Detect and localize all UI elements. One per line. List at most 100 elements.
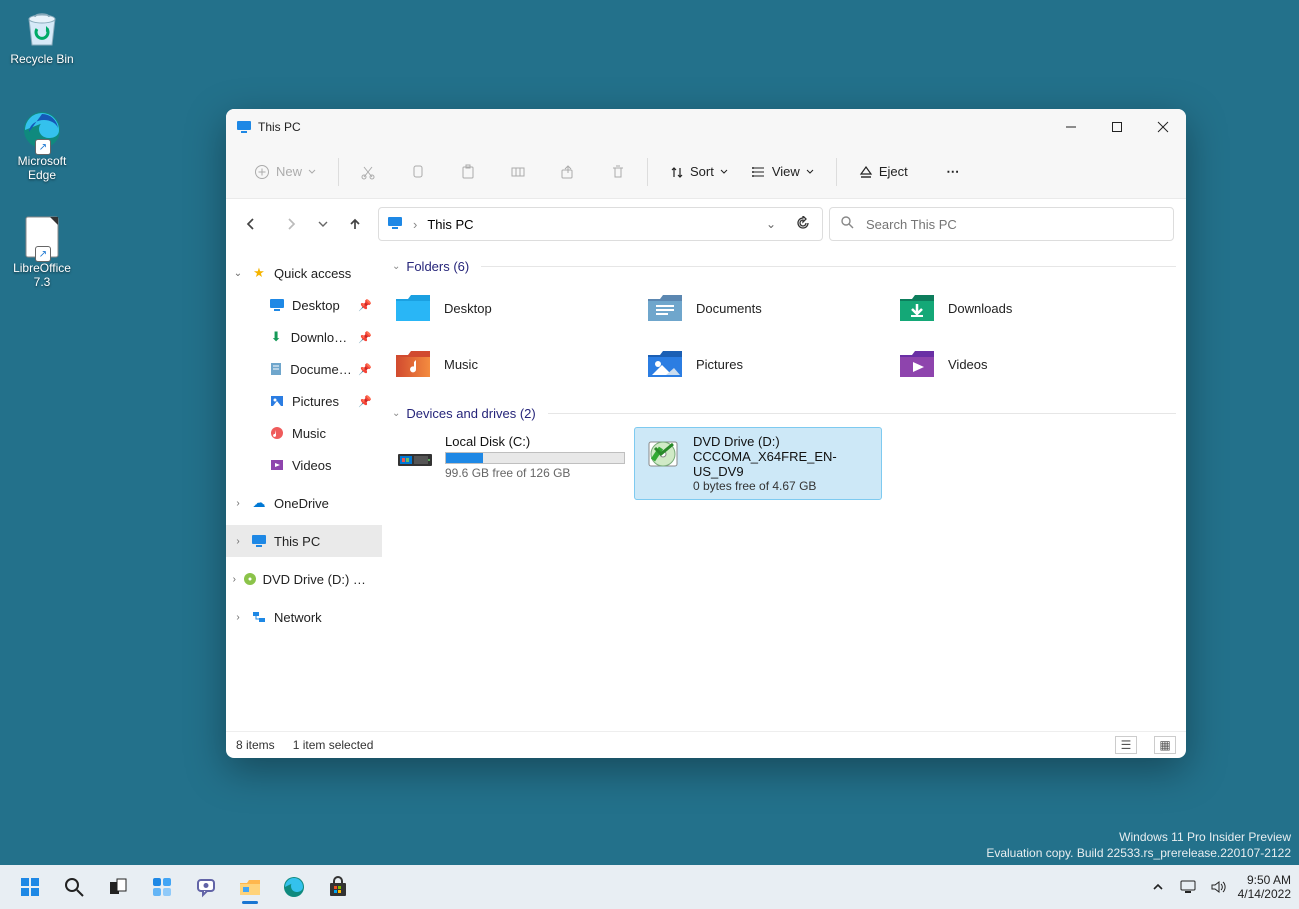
folders-group-header[interactable]: ⌄Folders (6) <box>386 259 1182 274</box>
nav-network[interactable]: ›Network <box>226 601 382 633</box>
large-icons-view-button[interactable]: ▦ <box>1154 736 1176 754</box>
documents-icon <box>267 360 284 378</box>
videos-folder-icon <box>898 345 936 383</box>
paste-button[interactable] <box>451 155 485 189</box>
network-icon <box>250 608 268 626</box>
copy-button[interactable] <box>401 155 435 189</box>
drives-group-header[interactable]: ⌄Devices and drives (2) <box>386 406 1182 421</box>
window-title: This PC <box>258 120 301 134</box>
edge-taskbar-button[interactable] <box>274 867 314 907</box>
nav-documents[interactable]: Documents📌 <box>226 353 382 385</box>
widgets-button[interactable] <box>142 867 182 907</box>
volume-tray-icon[interactable] <box>1208 877 1228 897</box>
edge-icon: ↗ <box>20 108 64 152</box>
up-button[interactable] <box>338 207 372 241</box>
dvd-icon <box>243 570 257 588</box>
new-button[interactable]: New <box>244 155 326 189</box>
sort-button[interactable]: Sort <box>660 155 738 189</box>
maximize-button[interactable] <box>1094 109 1140 145</box>
nav-music[interactable]: Music <box>226 417 382 449</box>
pin-icon: 📌 <box>358 299 372 312</box>
task-view-button[interactable] <box>98 867 138 907</box>
pin-icon: 📌 <box>358 395 372 408</box>
pictures-icon <box>268 392 286 410</box>
capacity-bar <box>445 452 625 464</box>
breadcrumb-location[interactable]: This PC <box>427 217 473 232</box>
search-input[interactable] <box>864 216 1163 233</box>
rename-button[interactable] <box>501 155 535 189</box>
this-pc-icon <box>387 216 403 233</box>
desktop-icon-edge[interactable]: ↗ Microsoft Edge <box>4 108 80 182</box>
folder-pictures[interactable]: Pictures <box>638 336 890 392</box>
desktop-icon-libreoffice[interactable]: ↗ LibreOffice 7.3 <box>4 215 80 289</box>
status-selection: 1 item selected <box>293 738 374 752</box>
titlebar[interactable]: This PC <box>226 109 1186 145</box>
tray-overflow-button[interactable] <box>1148 877 1168 897</box>
libreoffice-icon: ↗ <box>20 215 64 259</box>
dvd-drive-icon <box>643 434 683 474</box>
pictures-folder-icon <box>646 345 684 383</box>
desktop-icon-label: Recycle Bin <box>4 52 80 66</box>
minimize-button[interactable] <box>1048 109 1094 145</box>
file-explorer-taskbar-button[interactable] <box>230 867 270 907</box>
folder-music[interactable]: Music <box>386 336 638 392</box>
back-button[interactable] <box>234 207 268 241</box>
recycle-bin-icon <box>20 6 64 50</box>
store-taskbar-button[interactable] <box>318 867 358 907</box>
folder-desktop[interactable]: Desktop <box>386 280 638 336</box>
delete-button[interactable] <box>601 155 635 189</box>
shortcut-overlay-icon: ↗ <box>36 140 50 154</box>
nav-this-pc[interactable]: ›This PC <box>226 525 382 557</box>
more-button[interactable]: ⋯ <box>936 155 970 189</box>
details-view-button[interactable]: ☰ <box>1115 736 1137 754</box>
desktop-folder-icon <box>268 296 286 314</box>
network-tray-icon[interactable] <box>1178 877 1198 897</box>
nav-dvd-drive[interactable]: ›DVD Drive (D:) CCCOMA_X64FRE_EN-US_DV9 <box>226 563 382 595</box>
onedrive-icon: ☁ <box>250 494 268 512</box>
nav-videos[interactable]: Videos <box>226 449 382 481</box>
music-icon <box>268 424 286 442</box>
search-button[interactable] <box>54 867 94 907</box>
nav-onedrive[interactable]: ›☁OneDrive <box>226 487 382 519</box>
nav-desktop[interactable]: Desktop📌 <box>226 289 382 321</box>
drive-local-c[interactable]: Local Disk (C:) 99.6 GB free of 126 GB <box>386 427 634 500</box>
folder-videos[interactable]: Videos <box>890 336 1142 392</box>
shortcut-overlay-icon: ↗ <box>36 247 50 261</box>
share-button[interactable] <box>551 155 585 189</box>
chat-button[interactable] <box>186 867 226 907</box>
taskbar: 9:50 AM 4/14/2022 <box>0 865 1299 909</box>
desktop-icon-label: LibreOffice 7.3 <box>4 261 80 289</box>
recent-locations-button[interactable] <box>314 207 332 241</box>
toolbar: New Sort View Eject ⋯ <box>226 145 1186 199</box>
refresh-button[interactable] <box>792 216 814 233</box>
address-bar[interactable]: › This PC ⌄ <box>378 207 823 241</box>
start-button[interactable] <box>10 867 50 907</box>
cut-button[interactable] <box>351 155 385 189</box>
forward-button[interactable] <box>274 207 308 241</box>
search-box[interactable] <box>829 207 1174 241</box>
close-button[interactable] <box>1140 109 1186 145</box>
view-button[interactable]: View <box>742 155 824 189</box>
address-dropdown-icon[interactable]: ⌄ <box>766 217 782 231</box>
folder-downloads[interactable]: Downloads <box>890 280 1142 336</box>
this-pc-icon <box>250 532 268 550</box>
nav-downloads[interactable]: ⬇Downloads📌 <box>226 321 382 353</box>
desktop-folder-icon <box>394 289 432 327</box>
nav-quick-access[interactable]: ⌄ ★ Quick access <box>226 257 382 289</box>
navigation-pane: ⌄ ★ Quick access Desktop📌 ⬇Downloads📌 Do… <box>226 249 382 731</box>
drive-dvd-d[interactable]: DVD Drive (D:) CCCOMA_X64FRE_EN-US_DV9 0… <box>634 427 882 500</box>
status-bar: 8 items 1 item selected ☰ ▦ <box>226 731 1186 758</box>
taskbar-clock[interactable]: 9:50 AM 4/14/2022 <box>1238 873 1291 901</box>
address-bar-row: › This PC ⌄ <box>226 199 1186 249</box>
folder-documents[interactable]: Documents <box>638 280 890 336</box>
desktop-watermark: Windows 11 Pro Insider Preview Evaluatio… <box>986 829 1291 861</box>
nav-pictures[interactable]: Pictures📌 <box>226 385 382 417</box>
eject-button[interactable]: Eject <box>849 155 918 189</box>
desktop-icon-recycle-bin[interactable]: Recycle Bin <box>4 6 80 66</box>
pin-icon: 📌 <box>358 363 372 376</box>
content-pane: ⌄Folders (6) Desktop Documents Downloads… <box>382 249 1186 731</box>
file-explorer-window: This PC New Sort View <box>226 109 1186 758</box>
desktop-icon-label: Microsoft Edge <box>4 154 80 182</box>
documents-folder-icon <box>646 289 684 327</box>
pin-icon: 📌 <box>358 331 372 344</box>
